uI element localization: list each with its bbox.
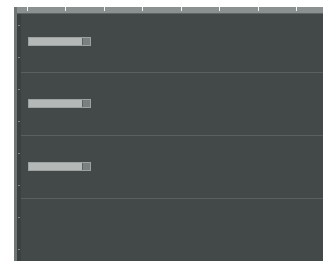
ruler-tick bbox=[219, 7, 220, 11]
clip-region[interactable] bbox=[28, 37, 91, 46]
vertical-ruler-tick bbox=[18, 57, 20, 58]
clip-region[interactable] bbox=[28, 162, 91, 171]
clip-region[interactable] bbox=[28, 99, 91, 108]
ruler-tick bbox=[142, 7, 143, 11]
vertical-ruler-tick bbox=[18, 217, 20, 218]
vertical-ruler-tick bbox=[18, 185, 20, 186]
track-lane-1[interactable] bbox=[21, 14, 323, 73]
region-resize-handle[interactable] bbox=[82, 100, 90, 107]
region-resize-handle[interactable] bbox=[82, 163, 90, 170]
ruler-tick bbox=[65, 7, 66, 11]
vertical-ruler-tick bbox=[18, 25, 20, 26]
vertical-ruler-tick bbox=[18, 249, 20, 250]
timeline-window bbox=[0, 0, 323, 264]
timeline-ruler[interactable] bbox=[17, 7, 323, 14]
region-resize-handle[interactable] bbox=[82, 38, 90, 45]
vertical-ruler-tick bbox=[18, 153, 20, 154]
ruler-tick bbox=[296, 7, 297, 11]
vertical-ruler-tick bbox=[18, 121, 20, 122]
track-lane-3[interactable] bbox=[21, 136, 323, 199]
ruler-tick bbox=[104, 7, 105, 11]
ruler-tick bbox=[27, 7, 28, 11]
track-lane-4[interactable] bbox=[21, 199, 323, 261]
ruler-tick bbox=[258, 7, 259, 11]
ruler-tick bbox=[181, 7, 182, 11]
track-area[interactable] bbox=[21, 14, 323, 261]
track-lane-2[interactable] bbox=[21, 73, 323, 136]
vertical-ruler-tick bbox=[18, 89, 20, 90]
